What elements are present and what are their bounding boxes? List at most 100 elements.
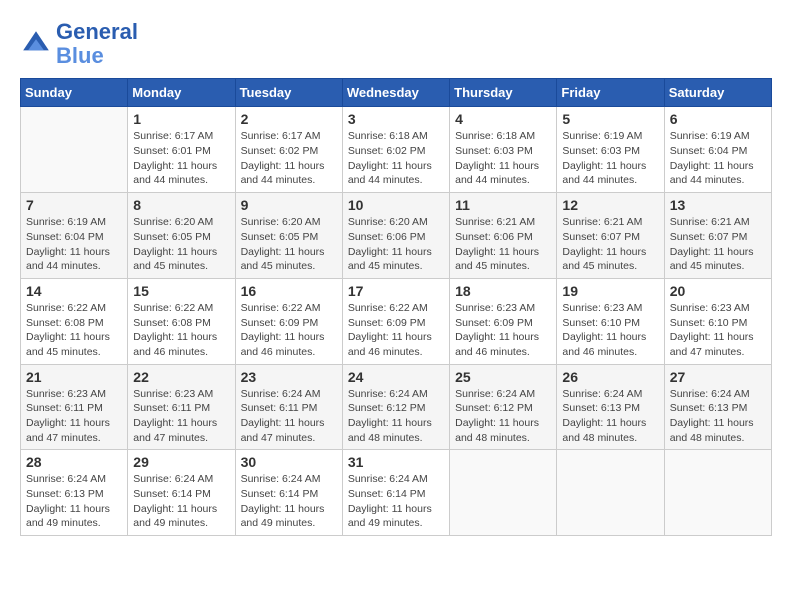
day-info: Sunrise: 6:23 AMSunset: 6:11 PMDaylight:… [26, 387, 122, 446]
day-cell [21, 107, 128, 193]
day-cell: 11 Sunrise: 6:21 AMSunset: 6:06 PMDayligh… [450, 193, 557, 279]
day-number: 26 [562, 369, 658, 385]
day-cell: 12 Sunrise: 6:21 AMSunset: 6:07 PMDayligh… [557, 193, 664, 279]
day-cell [664, 450, 771, 536]
day-info: Sunrise: 6:19 AMSunset: 6:03 PMDaylight:… [562, 129, 658, 188]
day-number: 4 [455, 111, 551, 127]
day-info: Sunrise: 6:22 AMSunset: 6:08 PMDaylight:… [26, 301, 122, 360]
day-info: Sunrise: 6:23 AMSunset: 6:11 PMDaylight:… [133, 387, 229, 446]
col-header-tuesday: Tuesday [235, 79, 342, 107]
day-number: 11 [455, 197, 551, 213]
day-number: 19 [562, 283, 658, 299]
day-info: Sunrise: 6:22 AMSunset: 6:09 PMDaylight:… [241, 301, 337, 360]
day-number: 20 [670, 283, 766, 299]
col-header-thursday: Thursday [450, 79, 557, 107]
col-header-friday: Friday [557, 79, 664, 107]
logo-text: GeneralBlue [56, 20, 138, 68]
day-cell: 8 Sunrise: 6:20 AMSunset: 6:05 PMDaylight… [128, 193, 235, 279]
day-number: 8 [133, 197, 229, 213]
page-header: GeneralBlue [20, 20, 772, 68]
day-info: Sunrise: 6:24 AMSunset: 6:13 PMDaylight:… [26, 472, 122, 531]
day-cell: 27 Sunrise: 6:24 AMSunset: 6:13 PMDayligh… [664, 364, 771, 450]
day-cell: 5Sunrise: 6:19 AMSunset: 6:03 PMDaylight… [557, 107, 664, 193]
day-number: 3 [348, 111, 444, 127]
week-row-3: 14 Sunrise: 6:22 AMSunset: 6:08 PMDayligh… [21, 278, 772, 364]
calendar-body: 1Sunrise: 6:17 AMSunset: 6:01 PMDaylight… [21, 107, 772, 536]
calendar-header: SundayMondayTuesdayWednesdayThursdayFrid… [21, 79, 772, 107]
day-number: 10 [348, 197, 444, 213]
day-cell: 19Sunrise: 6:23 AMSunset: 6:10 PMDayligh… [557, 278, 664, 364]
day-info: Sunrise: 6:24 AMSunset: 6:14 PMDaylight:… [133, 472, 229, 531]
day-info: Sunrise: 6:21 AMSunset: 6:07 PMDaylight:… [562, 215, 658, 274]
day-cell: 14 Sunrise: 6:22 AMSunset: 6:08 PMDayligh… [21, 278, 128, 364]
day-cell: 25 Sunrise: 6:24 AMSunset: 6:12 PMDayligh… [450, 364, 557, 450]
day-cell: 15Sunrise: 6:22 AMSunset: 6:08 PMDayligh… [128, 278, 235, 364]
day-number: 17 [348, 283, 444, 299]
day-info: Sunrise: 6:24 AMSunset: 6:13 PMDaylight:… [562, 387, 658, 446]
day-number: 22 [133, 369, 229, 385]
day-number: 23 [241, 369, 337, 385]
col-header-saturday: Saturday [664, 79, 771, 107]
day-cell: 23 Sunrise: 6:24 AMSunset: 6:11 PMDayligh… [235, 364, 342, 450]
col-header-sunday: Sunday [21, 79, 128, 107]
header-row: SundayMondayTuesdayWednesdayThursdayFrid… [21, 79, 772, 107]
day-info: Sunrise: 6:22 AMSunset: 6:09 PMDaylight:… [348, 301, 444, 360]
day-info: Sunrise: 6:19 AMSunset: 6:04 PMDaylight:… [670, 129, 766, 188]
week-row-2: 7 Sunrise: 6:19 AMSunset: 6:04 PMDaylight… [21, 193, 772, 279]
day-cell: 18 Sunrise: 6:23 AMSunset: 6:09 PMDayligh… [450, 278, 557, 364]
day-number: 30 [241, 454, 337, 470]
day-cell: 1Sunrise: 6:17 AMSunset: 6:01 PMDaylight… [128, 107, 235, 193]
calendar-table: SundayMondayTuesdayWednesdayThursdayFrid… [20, 78, 772, 536]
day-info: Sunrise: 6:21 AMSunset: 6:06 PMDaylight:… [455, 215, 551, 274]
day-info: Sunrise: 6:18 AMSunset: 6:02 PMDaylight:… [348, 129, 444, 188]
day-number: 13 [670, 197, 766, 213]
day-info: Sunrise: 6:24 AMSunset: 6:12 PMDaylight:… [348, 387, 444, 446]
day-info: Sunrise: 6:24 AMSunset: 6:12 PMDaylight:… [455, 387, 551, 446]
day-info: Sunrise: 6:24 AMSunset: 6:13 PMDaylight:… [670, 387, 766, 446]
day-info: Sunrise: 6:19 AMSunset: 6:04 PMDaylight:… [26, 215, 122, 274]
day-number: 12 [562, 197, 658, 213]
day-number: 14 [26, 283, 122, 299]
day-cell: 29Sunrise: 6:24 AMSunset: 6:14 PMDayligh… [128, 450, 235, 536]
day-cell: 26 Sunrise: 6:24 AMSunset: 6:13 PMDayligh… [557, 364, 664, 450]
day-number: 28 [26, 454, 122, 470]
day-info: Sunrise: 6:20 AMSunset: 6:05 PMDaylight:… [133, 215, 229, 274]
day-info: Sunrise: 6:24 AMSunset: 6:14 PMDaylight:… [348, 472, 444, 531]
day-info: Sunrise: 6:23 AMSunset: 6:09 PMDaylight:… [455, 301, 551, 360]
day-info: Sunrise: 6:21 AMSunset: 6:07 PMDaylight:… [670, 215, 766, 274]
day-number: 7 [26, 197, 122, 213]
day-cell: 3 Sunrise: 6:18 AMSunset: 6:02 PMDaylight… [342, 107, 449, 193]
day-cell: 21 Sunrise: 6:23 AMSunset: 6:11 PMDayligh… [21, 364, 128, 450]
day-info: Sunrise: 6:24 AMSunset: 6:11 PMDaylight:… [241, 387, 337, 446]
day-number: 18 [455, 283, 551, 299]
day-cell [557, 450, 664, 536]
day-number: 6 [670, 111, 766, 127]
day-info: Sunrise: 6:23 AMSunset: 6:10 PMDaylight:… [670, 301, 766, 360]
day-cell: 7 Sunrise: 6:19 AMSunset: 6:04 PMDaylight… [21, 193, 128, 279]
col-header-wednesday: Wednesday [342, 79, 449, 107]
day-cell: 9Sunrise: 6:20 AMSunset: 6:05 PMDaylight… [235, 193, 342, 279]
day-info: Sunrise: 6:18 AMSunset: 6:03 PMDaylight:… [455, 129, 551, 188]
day-info: Sunrise: 6:17 AMSunset: 6:01 PMDaylight:… [133, 129, 229, 188]
day-cell: 16 Sunrise: 6:22 AMSunset: 6:09 PMDayligh… [235, 278, 342, 364]
logo: GeneralBlue [20, 20, 138, 68]
day-cell: 24 Sunrise: 6:24 AMSunset: 6:12 PMDayligh… [342, 364, 449, 450]
day-info: Sunrise: 6:20 AMSunset: 6:05 PMDaylight:… [241, 215, 337, 274]
day-cell: 2Sunrise: 6:17 AMSunset: 6:02 PMDaylight… [235, 107, 342, 193]
day-number: 25 [455, 369, 551, 385]
day-cell: 17 Sunrise: 6:22 AMSunset: 6:09 PMDayligh… [342, 278, 449, 364]
day-number: 31 [348, 454, 444, 470]
day-cell: 28 Sunrise: 6:24 AMSunset: 6:13 PMDayligh… [21, 450, 128, 536]
day-cell: 20 Sunrise: 6:23 AMSunset: 6:10 PMDayligh… [664, 278, 771, 364]
day-number: 16 [241, 283, 337, 299]
day-cell: 6 Sunrise: 6:19 AMSunset: 6:04 PMDaylight… [664, 107, 771, 193]
day-number: 24 [348, 369, 444, 385]
day-cell: 10Sunrise: 6:20 AMSunset: 6:06 PMDayligh… [342, 193, 449, 279]
day-info: Sunrise: 6:22 AMSunset: 6:08 PMDaylight:… [133, 301, 229, 360]
day-number: 21 [26, 369, 122, 385]
week-row-1: 1Sunrise: 6:17 AMSunset: 6:01 PMDaylight… [21, 107, 772, 193]
day-cell: 31 Sunrise: 6:24 AMSunset: 6:14 PMDayligh… [342, 450, 449, 536]
day-number: 27 [670, 369, 766, 385]
day-info: Sunrise: 6:24 AMSunset: 6:14 PMDaylight:… [241, 472, 337, 531]
day-info: Sunrise: 6:17 AMSunset: 6:02 PMDaylight:… [241, 129, 337, 188]
